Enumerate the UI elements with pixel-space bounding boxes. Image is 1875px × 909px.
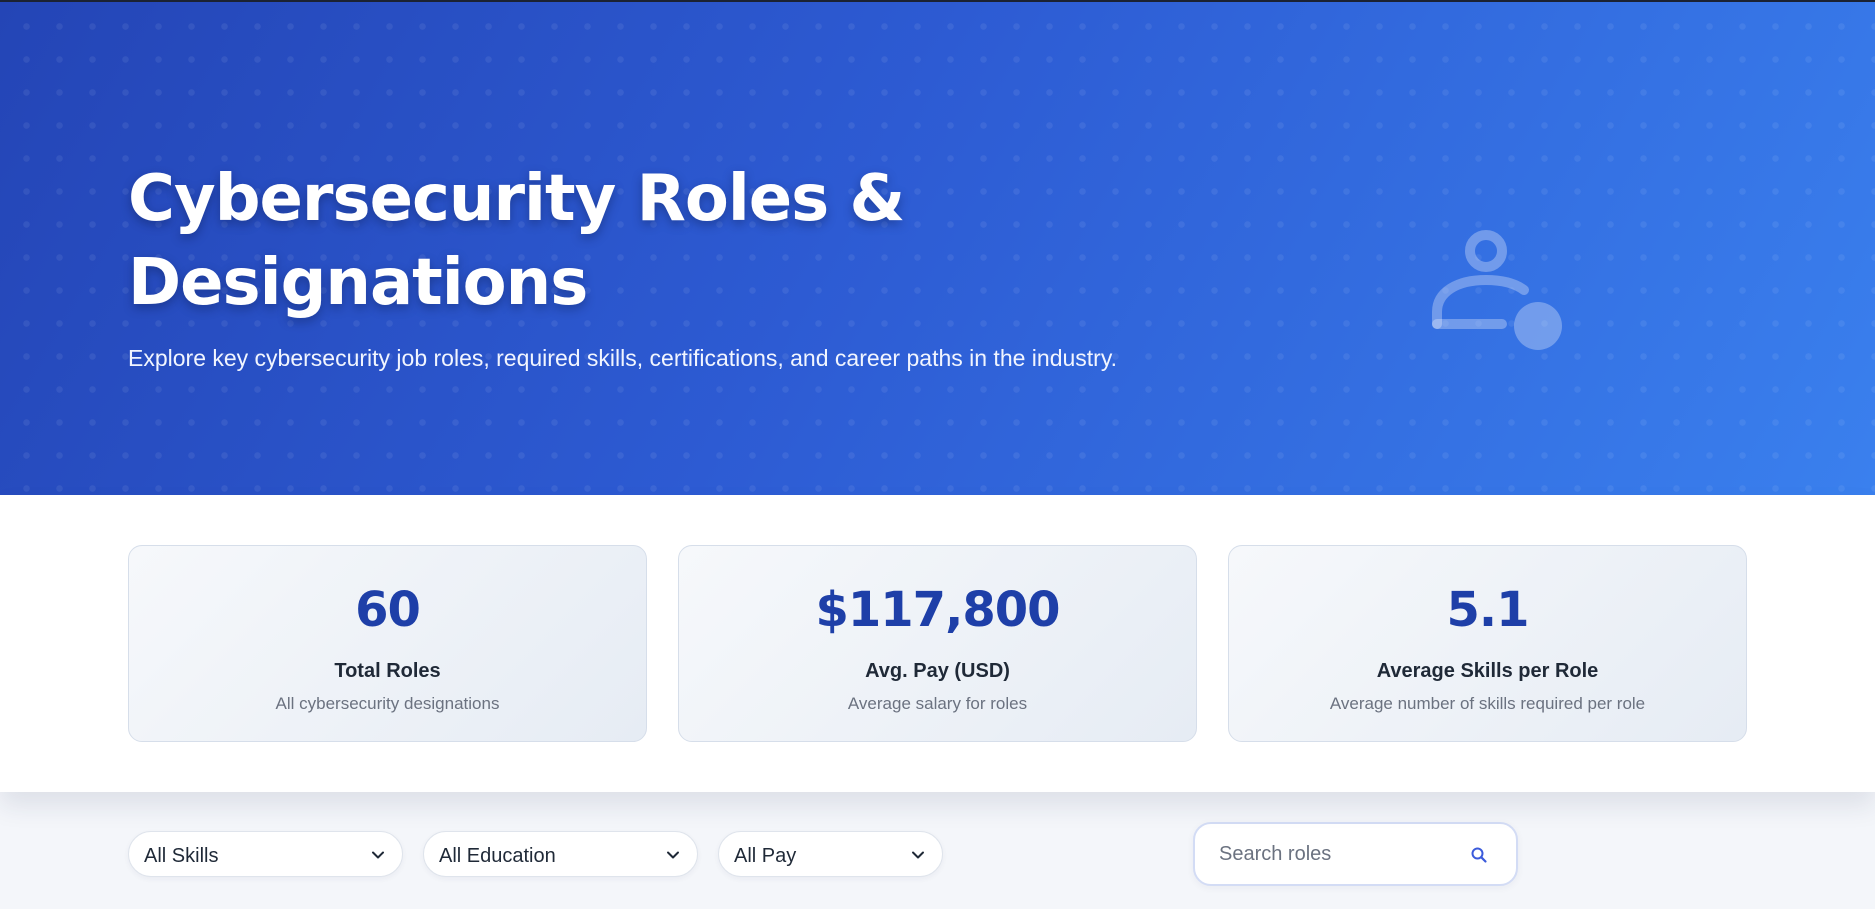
skills-filter-select[interactable]: All Skills — [128, 831, 403, 877]
search-box — [1193, 822, 1518, 886]
pay-filter-select[interactable]: All Pay — [718, 831, 943, 877]
page-title: Cybersecurity Roles & Designations — [128, 162, 905, 320]
stat-card-avg-skills: 5.1 Average Skills per Role Average numb… — [1228, 545, 1747, 742]
skills-filter-value: All Skills — [144, 845, 219, 867]
hero-banner: Cybersecurity Roles & Designations Explo… — [0, 0, 1875, 495]
page-subtitle: Explore key cybersecurity job roles, req… — [128, 345, 1118, 371]
filter-bar: All Skills All Education All Pay — [0, 792, 1875, 909]
stat-description: Average number of skills required per ro… — [1329, 694, 1646, 713]
search-icon[interactable] — [1470, 846, 1488, 864]
chevron-down-icon — [667, 851, 679, 859]
stat-value: 5.1 — [1446, 582, 1529, 638]
pay-filter-value: All Pay — [734, 845, 797, 867]
stat-card-total-roles: 60 Total Roles All cybersecurity designa… — [128, 545, 647, 742]
stat-label: Avg. Pay (USD) — [865, 660, 1010, 682]
stat-description: Average salary for roles — [847, 694, 1028, 713]
chevron-down-icon — [372, 851, 384, 859]
education-filter-value: All Education — [439, 845, 556, 867]
stat-card-avg-pay: $117,800 Avg. Pay (USD) Average salary f… — [678, 545, 1197, 742]
stat-value: $117,800 — [815, 582, 1060, 638]
stat-description: All cybersecurity designations — [275, 694, 500, 713]
chevron-down-icon — [912, 851, 924, 859]
search-input[interactable] — [1219, 838, 1459, 870]
stats-section: 60 Total Roles All cybersecurity designa… — [0, 495, 1875, 792]
stat-label: Average Skills per Role — [1376, 660, 1599, 682]
stat-label: Total Roles — [334, 660, 441, 682]
user-badge-icon — [1432, 230, 1562, 350]
stat-value: 60 — [355, 582, 421, 638]
education-filter-select[interactable]: All Education — [423, 831, 698, 877]
